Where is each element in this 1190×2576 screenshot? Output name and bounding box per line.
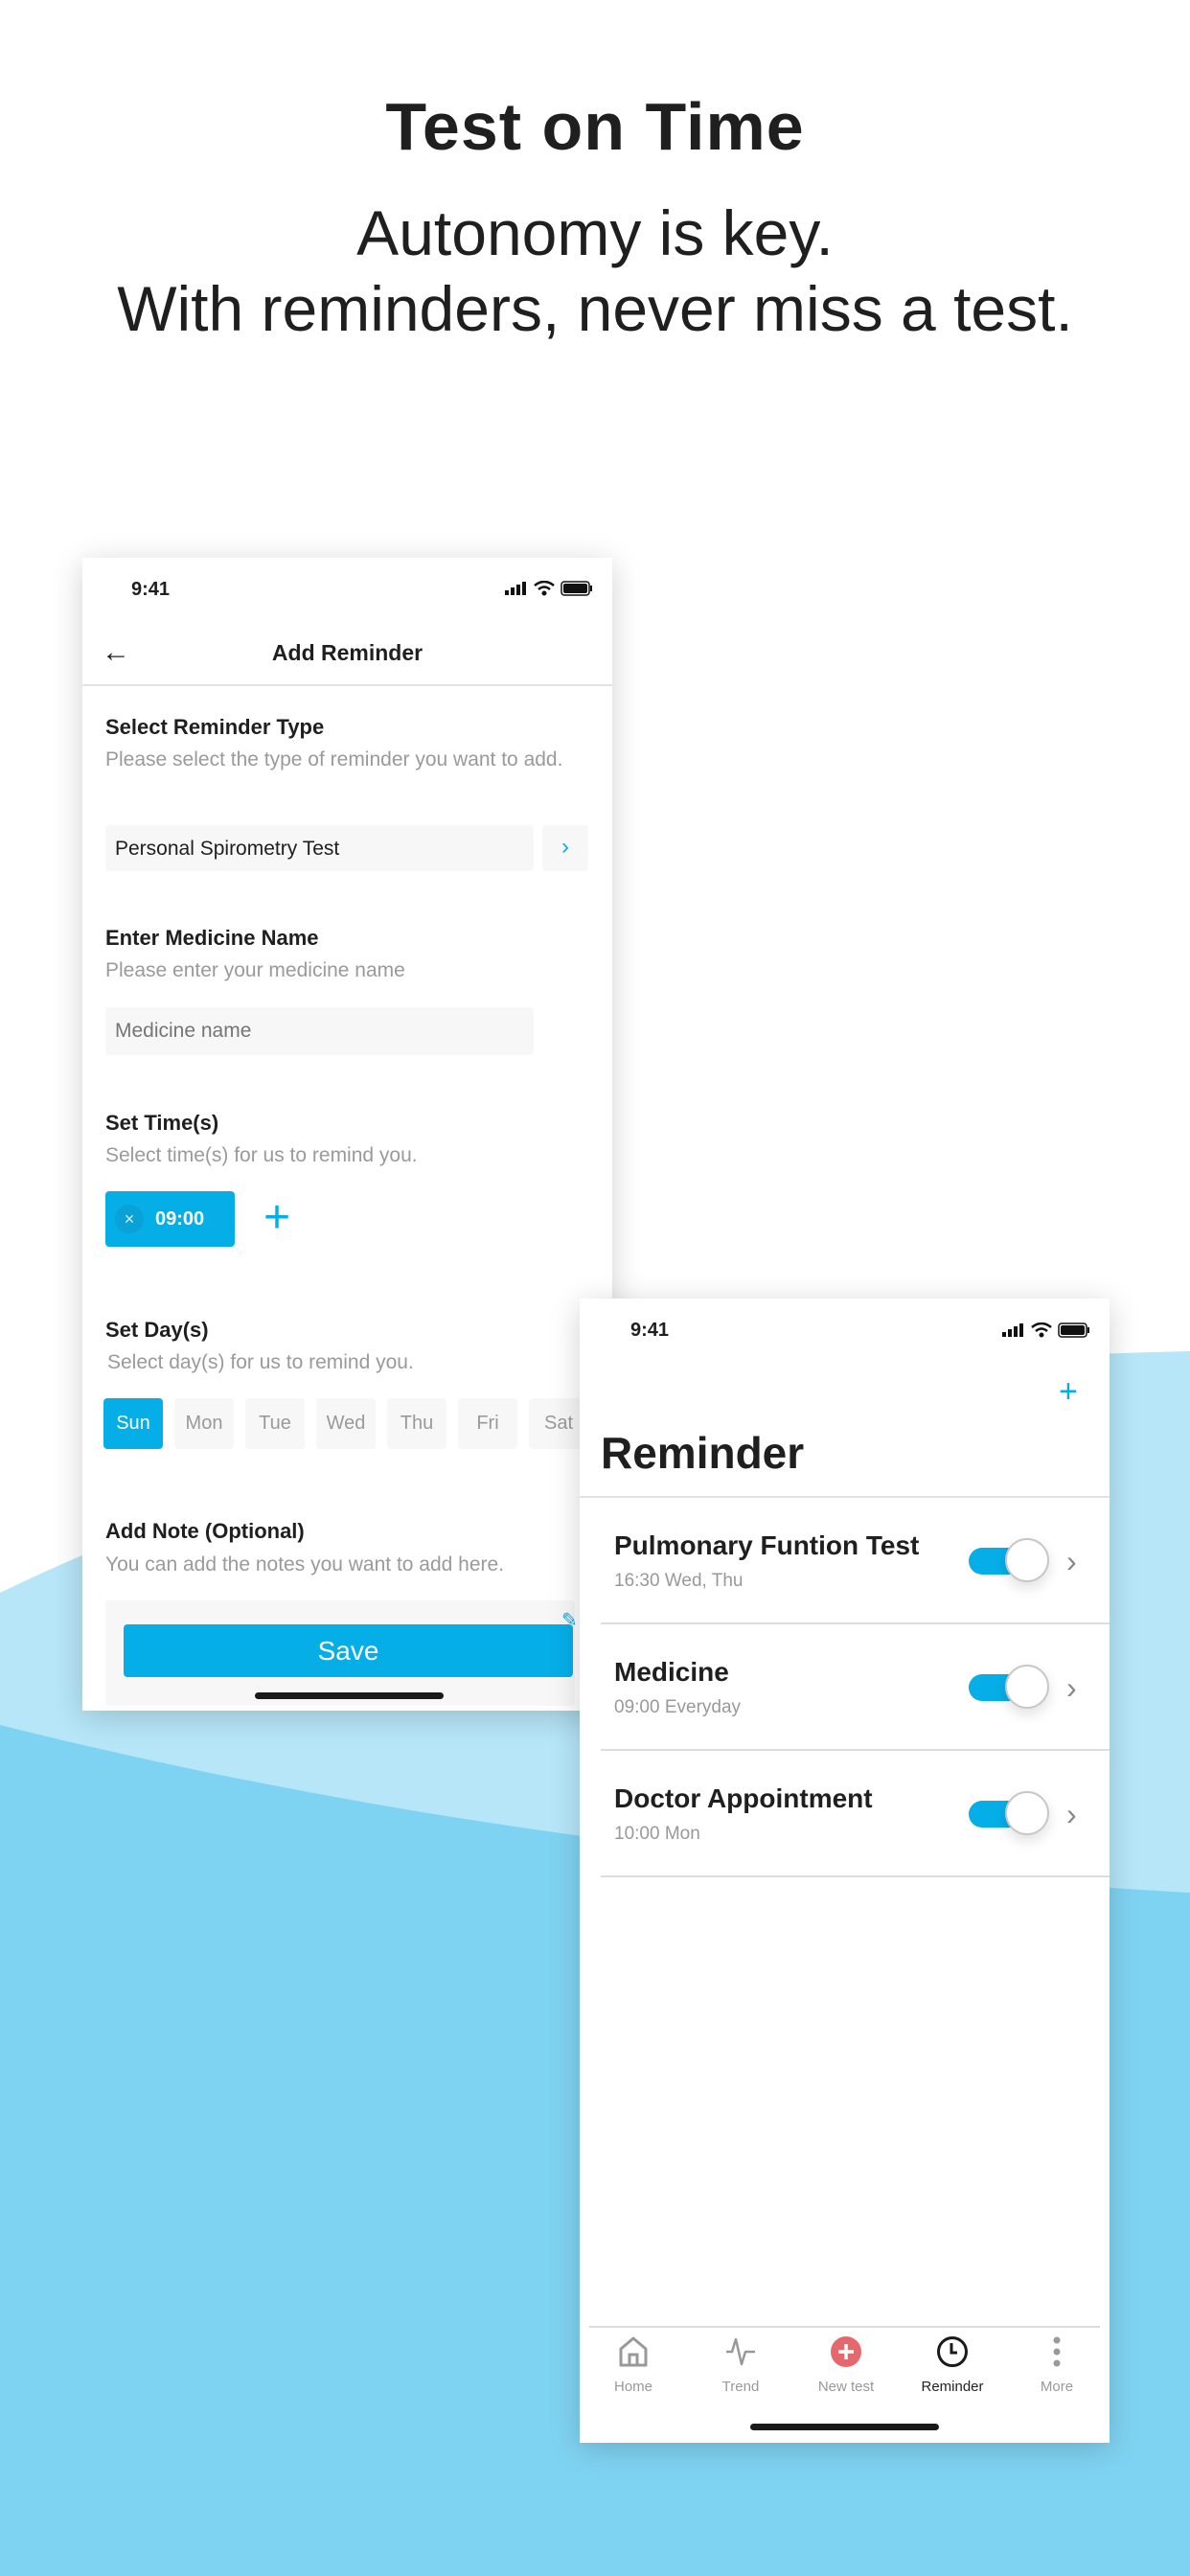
- reminder-row[interactable]: Doctor Appointment 10:00 Mon ›: [601, 1751, 1110, 1877]
- status-icons: [1002, 1322, 1090, 1338]
- reminder-title: Medicine: [614, 1657, 729, 1687]
- wifi-icon: [1031, 1322, 1052, 1338]
- tab-new-test[interactable]: New test: [798, 2335, 894, 2395]
- set-times-label: Set Time(s): [105, 1111, 219, 1135]
- home-indicator: [255, 1692, 444, 1699]
- plus-circle-icon: [831, 2336, 861, 2367]
- day-sun[interactable]: Sun: [103, 1398, 163, 1449]
- home-indicator: [750, 2424, 939, 2430]
- save-button[interactable]: Save: [124, 1624, 573, 1677]
- hero-subtitle-line-2: With reminders, never miss a test.: [117, 273, 1073, 344]
- reminder-toggle[interactable]: [969, 1791, 1049, 1835]
- reminder-type-select[interactable]: Personal Spirometry Test: [105, 825, 534, 871]
- battery-icon: [1058, 1322, 1089, 1338]
- reminder-schedule: 09:00 Everyday: [614, 1697, 742, 1717]
- tabbar-divider: [589, 2326, 1100, 2328]
- home-icon: [619, 2336, 648, 2367]
- wifi-icon: [534, 581, 555, 596]
- tab-label: Reminder: [921, 2379, 984, 2395]
- clock-icon: [937, 2336, 968, 2367]
- chevron-right-icon[interactable]: ›: [1066, 1670, 1077, 1706]
- tab-home[interactable]: Home: [585, 2335, 681, 2395]
- battery-icon: [561, 581, 592, 596]
- tab-label: Home: [613, 2379, 652, 2395]
- reminder-row[interactable]: Medicine 09:00 Everyday ›: [601, 1624, 1110, 1751]
- reminder-schedule: 10:00 Mon: [614, 1824, 700, 1844]
- tab-label: Trend: [721, 2379, 760, 2395]
- reminder-toggle[interactable]: [969, 1538, 1049, 1582]
- tab-label: More: [1040, 2379, 1074, 2395]
- medicine-name-description: Please enter your medicine name: [105, 959, 405, 981]
- reminder-row[interactable]: Pulmonary Funtion Test 16:30 Wed, Thu ›: [601, 1498, 1110, 1624]
- reminder-title: Pulmonary Funtion Test: [614, 1530, 920, 1560]
- tab-label: New test: [817, 2379, 875, 2395]
- status-time: 9:41: [630, 1320, 670, 1341]
- status-time: 9:41: [131, 579, 171, 600]
- remove-time-icon[interactable]: ×: [115, 1205, 144, 1233]
- chevron-right-icon[interactable]: ›: [1066, 1544, 1077, 1579]
- set-days-label: Set Day(s): [105, 1318, 209, 1342]
- signal-icon: [505, 582, 526, 595]
- header-divider: [82, 684, 612, 686]
- tab-reminder[interactable]: Reminder: [904, 2335, 1000, 2395]
- more-vertical-icon: [1053, 2336, 1061, 2367]
- day-fri[interactable]: Fri: [458, 1398, 517, 1449]
- day-thu[interactable]: Thu: [387, 1398, 446, 1449]
- add-time-plus-icon[interactable]: +: [263, 1192, 290, 1244]
- reminder-schedule: 16:30 Wed, Thu: [614, 1571, 744, 1591]
- add-note-description: You can add the notes you want to add he…: [105, 1553, 505, 1576]
- chevron-right-icon[interactable]: ›: [542, 825, 588, 871]
- reminder-type-description: Please select the type of reminder you w…: [105, 748, 563, 770]
- medicine-name-label: Enter Medicine Name: [105, 926, 319, 950]
- day-mon[interactable]: Mon: [174, 1398, 234, 1449]
- hero-title: Test on Time: [385, 89, 805, 164]
- pulse-icon: [726, 2337, 755, 2366]
- reminder-type-label: Select Reminder Type: [105, 715, 325, 739]
- reminder-toggle[interactable]: [969, 1665, 1049, 1709]
- add-reminder-plus-icon[interactable]: +: [1059, 1373, 1078, 1411]
- reminder-title: Doctor Appointment: [614, 1783, 873, 1813]
- add-note-label: Add Note (Optional): [105, 1519, 305, 1543]
- tab-trend[interactable]: Trend: [693, 2335, 789, 2395]
- medicine-name-input[interactable]: [105, 1007, 534, 1055]
- screen-title: Add Reminder: [271, 640, 423, 665]
- set-days-description: Select day(s) for us to remind you.: [107, 1351, 414, 1373]
- add-reminder-screen: 9:41 ← Add Reminder Select Reminder Type…: [82, 558, 612, 1711]
- signal-icon: [1002, 1323, 1023, 1337]
- day-tue[interactable]: Tue: [245, 1398, 305, 1449]
- set-times-description: Select time(s) for us to remind you.: [105, 1144, 418, 1166]
- hero-subtitle-line-1: Autonomy is key.: [356, 197, 834, 268]
- page-title: Reminder: [601, 1428, 805, 1478]
- time-chip[interactable]: × 09:00: [105, 1191, 235, 1247]
- day-wed[interactable]: Wed: [316, 1398, 376, 1449]
- time-chip-label: 09:00: [155, 1208, 205, 1230]
- status-icons: [505, 581, 593, 596]
- reminder-list-screen: 9:41 + Reminder Pulmonary Funtion Test 1…: [580, 1299, 1110, 2443]
- chevron-right-icon[interactable]: ›: [1066, 1797, 1077, 1832]
- tab-more[interactable]: More: [1009, 2335, 1105, 2395]
